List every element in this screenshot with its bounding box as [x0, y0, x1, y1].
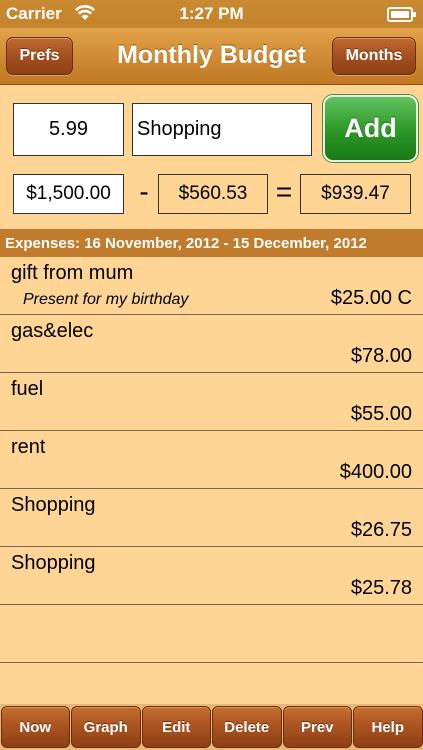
expense-row[interactable]: rent $400.00: [0, 431, 423, 489]
expense-row[interactable]: gift from mum Present for my birthday $2…: [0, 257, 423, 315]
expense-row[interactable]: fuel $55.00: [0, 373, 423, 431]
expense-amount: $26.75: [350, 519, 412, 541]
bottom-toolbar: Now Graph Edit Delete Prev Help: [0, 704, 423, 750]
expense-title: Shopping: [11, 494, 96, 516]
expense-amount: $78.00: [350, 345, 412, 367]
expense-list: gift from mum Present for my birthday $2…: [0, 257, 423, 663]
expense-amount: $25.78: [350, 577, 412, 599]
expense-row[interactable]: Shopping $26.75: [0, 489, 423, 547]
months-button[interactable]: Months: [332, 37, 416, 75]
expense-row[interactable]: gas&elec $78.00: [0, 315, 423, 373]
help-button[interactable]: Help: [353, 706, 423, 748]
spent-total: $560.53: [158, 174, 268, 214]
expense-row[interactable]: Shopping $25.78: [0, 547, 423, 605]
empty-row: [0, 605, 423, 663]
remaining-total: $939.47: [300, 174, 411, 214]
description-input[interactable]: Shopping: [132, 103, 312, 156]
delete-button[interactable]: Delete: [212, 706, 282, 748]
minus-sign: -: [139, 176, 149, 207]
amount-input[interactable]: 5.99: [13, 103, 124, 156]
status-bar: Carrier 1:27 PM: [0, 0, 423, 28]
expense-title: rent: [11, 436, 46, 458]
expenses-period-header: Expenses: 16 November, 2012 - 15 Decembe…: [0, 229, 423, 257]
expense-amount: $55.00: [350, 403, 412, 425]
status-time: 1:27 PM: [179, 4, 244, 23]
expense-amount: $400.00: [339, 461, 412, 483]
nav-bar: Prefs Monthly Budget Months: [0, 28, 423, 85]
expense-title: gift from mum: [11, 262, 134, 284]
equals-sign: =: [275, 176, 293, 207]
edit-button[interactable]: Edit: [141, 706, 211, 748]
prev-button[interactable]: Prev: [282, 706, 352, 748]
expense-note: Present for my birthday: [23, 291, 189, 308]
battery-icon: [387, 7, 416, 22]
expense-title: Shopping: [11, 552, 96, 574]
expense-title: fuel: [11, 378, 44, 400]
now-button[interactable]: Now: [0, 706, 70, 748]
add-button[interactable]: Add: [323, 95, 418, 162]
budget-field[interactable]: $1,500.00: [13, 174, 124, 214]
expense-title: gas&elec: [11, 320, 94, 342]
expense-amount: $25.00 C: [330, 287, 412, 309]
graph-button[interactable]: Graph: [71, 706, 141, 748]
